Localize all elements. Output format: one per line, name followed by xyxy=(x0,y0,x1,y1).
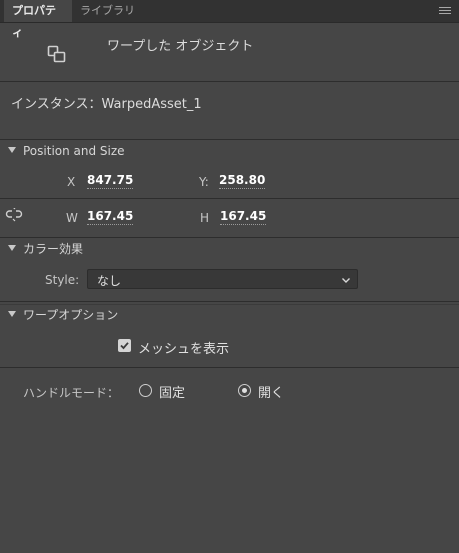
style-label: Style: xyxy=(45,273,80,287)
divider xyxy=(0,304,459,305)
instance-name-value[interactable]: WarpedAsset_1 xyxy=(101,97,201,112)
y-value-scrubber[interactable]: 258.80 xyxy=(219,173,266,189)
tab-properties[interactable]: プロパティ xyxy=(4,0,72,39)
section-title: Position and Size xyxy=(23,144,125,158)
w-value-scrubber[interactable]: 167.45 xyxy=(87,209,134,225)
h-label: H xyxy=(200,211,210,225)
section-color-effect-header[interactable]: カラー効果 xyxy=(8,241,83,257)
warp-object-icon xyxy=(47,44,67,64)
radio-open-label[interactable]: 開く xyxy=(258,382,284,401)
tab-library[interactable]: ライブラリ xyxy=(72,0,146,22)
divider xyxy=(0,237,459,238)
hamburger-menu-icon[interactable] xyxy=(439,7,451,16)
collapse-triangle-icon xyxy=(8,147,16,153)
y-label: Y: xyxy=(199,175,209,189)
divider xyxy=(0,139,459,140)
instance-name-row: インスタンス：WarpedAsset_1 xyxy=(11,93,202,112)
radio-open[interactable] xyxy=(238,384,251,397)
x-label: X xyxy=(67,175,76,189)
w-label: W xyxy=(66,211,78,225)
divider xyxy=(0,198,459,199)
section-warp-options-header[interactable]: ワープオプション xyxy=(8,307,118,323)
handle-mode-label: ハンドルモード： xyxy=(23,386,120,400)
show-mesh-checkbox[interactable] xyxy=(118,339,131,352)
instance-label: インスタンス： xyxy=(11,97,102,112)
x-value-scrubber[interactable]: 847.75 xyxy=(87,173,134,189)
section-position-size-header[interactable]: Position and Size xyxy=(8,143,125,159)
chevron-down-icon xyxy=(341,274,351,284)
section-title: カラー効果 xyxy=(23,242,84,256)
style-dropdown-value: なし xyxy=(97,274,122,288)
show-mesh-label[interactable]: メッシュを表示 xyxy=(138,338,229,357)
link-icon[interactable] xyxy=(5,206,23,222)
collapse-triangle-icon xyxy=(8,245,16,251)
collapse-triangle-icon xyxy=(8,311,16,317)
section-title: ワープオプション xyxy=(23,308,119,322)
radio-fixed-label[interactable]: 固定 xyxy=(159,382,185,401)
style-dropdown[interactable]: なし xyxy=(87,269,358,289)
h-value-scrubber[interactable]: 167.45 xyxy=(220,209,267,225)
panel-tab-bar: プロパティ ライブラリ xyxy=(0,0,459,39)
divider xyxy=(0,301,459,302)
divider xyxy=(0,81,459,82)
radio-fixed[interactable] xyxy=(139,384,152,397)
divider xyxy=(0,367,459,368)
object-type-label: ワープした オブジェクト xyxy=(107,39,254,54)
